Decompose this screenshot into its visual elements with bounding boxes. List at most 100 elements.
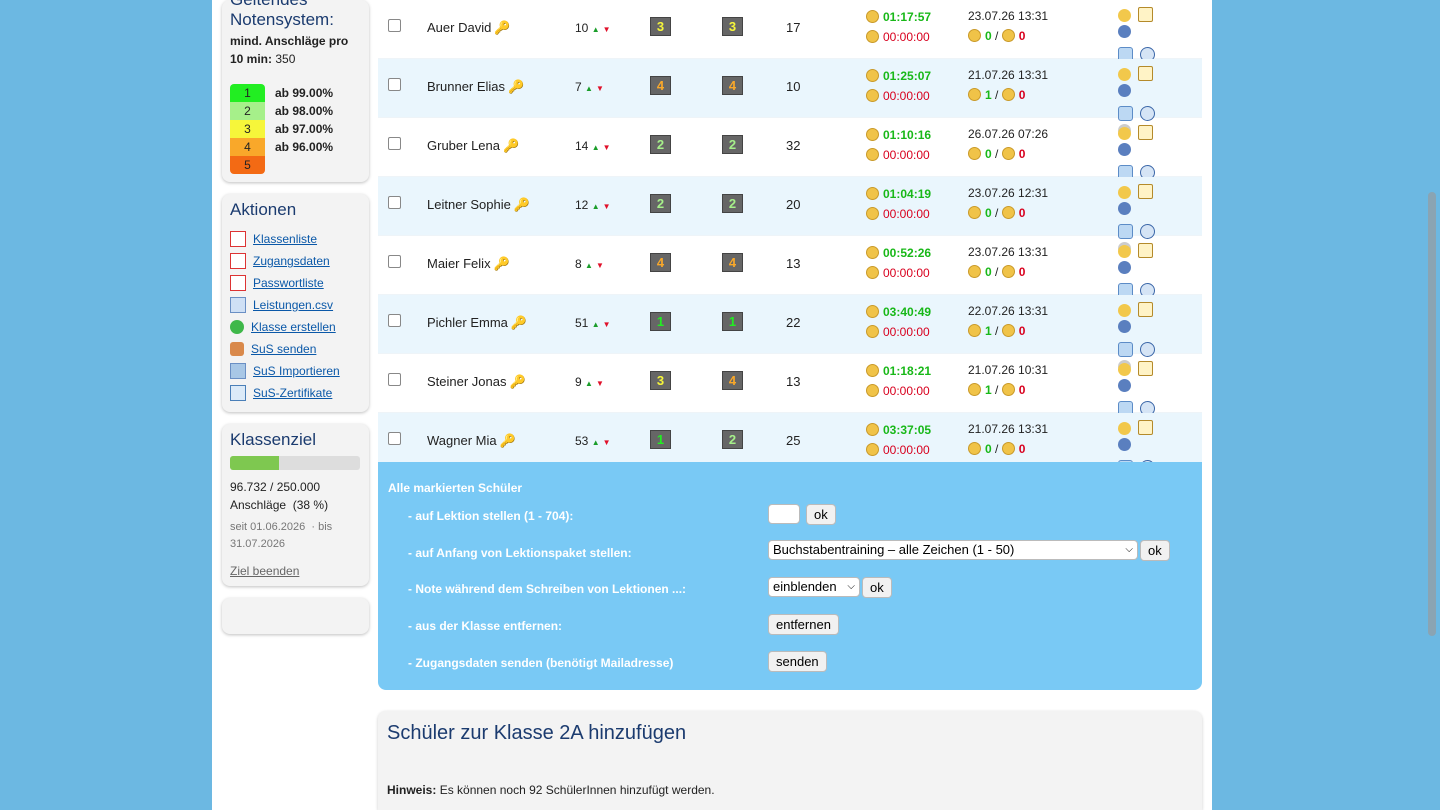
lesson-down-icon[interactable]: ▼	[596, 261, 604, 270]
time-idle: 00:00:00	[866, 207, 930, 221]
lesson-down-icon[interactable]: ▼	[603, 143, 611, 152]
student-name-cell[interactable]: Pichler Emma 🔑	[427, 315, 527, 331]
action-klasse-erstellen-link[interactable]: Klasse erstellen	[230, 316, 361, 338]
edit-icon[interactable]	[1138, 302, 1153, 317]
key-icon[interactable]: 🔑	[511, 315, 527, 331]
key-icon[interactable]: 🔑	[510, 374, 526, 390]
student-name[interactable]: Auer David	[427, 20, 491, 35]
medal-icon[interactable]	[1118, 245, 1131, 258]
user-icon[interactable]	[1118, 379, 1131, 392]
key-icon[interactable]: 🔑	[508, 79, 524, 95]
student-name-cell[interactable]: Auer David 🔑	[427, 20, 511, 36]
set-package-ok-button[interactable]: ok	[1140, 540, 1170, 561]
student-name[interactable]: Wagner Mia	[427, 433, 497, 448]
key-icon[interactable]: 🔑	[503, 138, 519, 154]
lesson-down-icon[interactable]: ▼	[603, 320, 611, 329]
key-icon[interactable]: 🔑	[494, 20, 510, 36]
edit-icon[interactable]	[1138, 243, 1153, 258]
student-checkbox[interactable]	[388, 255, 401, 268]
grade-average: 4	[722, 76, 743, 95]
user-icon[interactable]	[1118, 320, 1131, 333]
action-klassenliste-link[interactable]: Klassenliste	[230, 228, 361, 250]
student-name[interactable]: Brunner Elias	[427, 79, 505, 94]
lesson-down-icon[interactable]: ▼	[596, 84, 604, 93]
medal-icon[interactable]	[1118, 127, 1131, 140]
student-name[interactable]: Pichler Emma	[427, 315, 508, 330]
student-name-cell[interactable]: Steiner Jonas 🔑	[427, 374, 526, 390]
end-goal-link[interactable]: Ziel beenden	[230, 564, 299, 578]
action-leistungen-csv-link[interactable]: Leistungen.csv	[230, 294, 361, 316]
grade-row: 5	[230, 156, 333, 174]
student-checkbox[interactable]	[388, 314, 401, 327]
edit-icon[interactable]	[1138, 184, 1153, 199]
lesson-up-icon[interactable]: ▲	[592, 143, 600, 152]
pdf-icon	[230, 275, 246, 291]
key-icon[interactable]: 🔑	[494, 256, 510, 272]
medal-icon[interactable]	[1118, 422, 1131, 435]
action-sus-zertifikate-link[interactable]: SuS-Zertifikate	[230, 382, 361, 404]
action-sus-importieren-link[interactable]: SuS Importieren	[230, 360, 361, 382]
lesson-up-icon[interactable]: ▲	[585, 261, 593, 270]
student-checkbox[interactable]	[388, 432, 401, 445]
smiley-good-count: 1	[985, 383, 992, 397]
smiley-icon	[1001, 29, 1015, 42]
medal-icon[interactable]	[1118, 304, 1131, 317]
medal-icon[interactable]	[1118, 186, 1131, 199]
edit-icon[interactable]	[1138, 361, 1153, 376]
remove-button[interactable]: entfernen	[768, 614, 839, 635]
lesson-down-icon[interactable]: ▼	[596, 379, 604, 388]
user-icon[interactable]	[1118, 202, 1131, 215]
action-sus-senden-link[interactable]: SuS senden	[230, 338, 361, 360]
lesson-down-icon[interactable]: ▼	[603, 438, 611, 447]
lesson-up-icon[interactable]: ▲	[585, 84, 593, 93]
user-icon[interactable]	[1118, 84, 1131, 97]
lesson-up-icon[interactable]: ▲	[585, 379, 593, 388]
student-name-cell[interactable]: Leitner Sophie 🔑	[427, 197, 530, 213]
student-name-cell[interactable]: Wagner Mia 🔑	[427, 433, 516, 449]
lesson-down-icon[interactable]: ▼	[603, 25, 611, 34]
student-checkbox[interactable]	[388, 137, 401, 150]
lesson-up-icon[interactable]: ▲	[592, 25, 600, 34]
edit-icon[interactable]	[1138, 420, 1153, 435]
edit-icon[interactable]	[1138, 7, 1153, 22]
scrollbar[interactable]	[1428, 192, 1436, 636]
lesson-number-input[interactable]	[768, 504, 800, 524]
empty-box	[222, 598, 369, 634]
lesson-up-icon[interactable]: ▲	[592, 202, 600, 211]
medal-icon[interactable]	[1118, 9, 1131, 22]
student-checkbox[interactable]	[388, 78, 401, 91]
lesson-package-select[interactable]: Buchstabentraining – alle Zeichen (1 - 5…	[768, 540, 1138, 560]
student-name[interactable]: Steiner Jonas	[427, 374, 507, 389]
action-zugangsdaten-link[interactable]: Zugangsdaten	[230, 250, 361, 272]
user-icon[interactable]	[1118, 25, 1131, 38]
student-checkbox[interactable]	[388, 196, 401, 209]
lesson-up-icon[interactable]: ▲	[592, 320, 600, 329]
show-grade-select[interactable]: einblenden ⌵	[768, 577, 860, 597]
medal-icon[interactable]	[1118, 68, 1131, 81]
user-icon[interactable]	[1118, 143, 1131, 156]
student-checkbox[interactable]	[388, 19, 401, 32]
send-button[interactable]: senden	[768, 651, 827, 672]
student-name[interactable]: Leitner Sophie	[427, 197, 511, 212]
goal-unit: Anschläge (38 %)	[230, 496, 361, 514]
user-icon[interactable]	[1118, 261, 1131, 274]
grade-row: 4 ab 96.00%	[230, 138, 333, 156]
student-name-cell[interactable]: Gruber Lena 🔑	[427, 138, 519, 154]
key-icon[interactable]: 🔑	[514, 197, 530, 213]
student-checkbox[interactable]	[388, 373, 401, 386]
show-grade-ok-button[interactable]: ok	[862, 577, 892, 598]
set-lesson-ok-button[interactable]: ok	[806, 504, 836, 525]
action-passwortliste-link[interactable]: Passwortliste	[230, 272, 361, 294]
student-name[interactable]: Gruber Lena	[427, 138, 500, 153]
edit-icon[interactable]	[1138, 66, 1153, 81]
student-name-cell[interactable]: Maier Felix 🔑	[427, 256, 510, 272]
student-name-cell[interactable]: Brunner Elias 🔑	[427, 79, 524, 95]
medal-icon[interactable]	[1118, 363, 1131, 376]
edit-icon[interactable]	[1138, 125, 1153, 140]
lesson-down-icon[interactable]: ▼	[603, 202, 611, 211]
student-name[interactable]: Maier Felix	[427, 256, 491, 271]
user-icon[interactable]	[1118, 438, 1131, 451]
key-icon[interactable]: 🔑	[500, 433, 516, 449]
lesson-up-icon[interactable]: ▲	[592, 438, 600, 447]
grade-threshold: ab 99.00%	[275, 86, 334, 100]
